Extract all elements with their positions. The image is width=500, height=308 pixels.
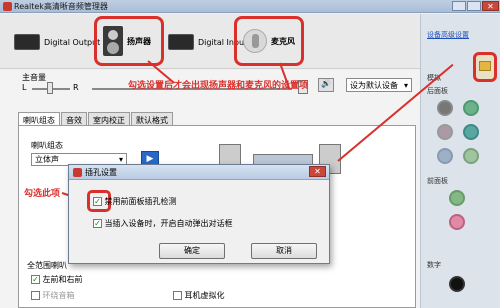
app-icon [3, 2, 12, 11]
jack-settings-dialog: 插孔设置 ✕ ✓ 禁用前面板插孔检测 ✓ 当插入设备时，开启自动弹出对话框 确定… [68, 164, 330, 264]
close-button[interactable]: ✕ [482, 1, 499, 11]
left-channel-label: L [22, 83, 27, 92]
annotation-top: 勾选设置后才会出现扬声器和麦克风的设置项 [128, 81, 309, 91]
dialog-title: 插孔设置 [85, 168, 117, 177]
dialog-title-bar: 插孔设置 ✕ [69, 165, 329, 180]
disable-front-panel-label: 禁用前面板插孔检测 [104, 197, 177, 206]
mute-button[interactable]: 🔊 [318, 78, 334, 92]
microphone-icon [243, 29, 267, 53]
headphone-virtualization-option[interactable]: 耳机虚拟化 [173, 290, 225, 301]
advanced-settings-link[interactable]: 设备高级设置 [427, 30, 469, 40]
jack-pink-icon[interactable] [437, 124, 453, 140]
device-label-microphone: 麦克风 [271, 36, 295, 46]
chevron-down-icon: ▾ [118, 155, 123, 164]
disable-front-panel-checkbox[interactable]: ✓ [93, 197, 102, 206]
speaker-config-value: 立体声 [35, 155, 59, 164]
option-auto-popup[interactable]: ✓ 当插入设备时，开启自动弹出对话框 [93, 218, 233, 229]
window-title: Realtek高清晰音频管理器 [14, 2, 108, 11]
jack-blue-icon[interactable] [437, 148, 453, 164]
folder-settings-button[interactable] [473, 52, 497, 82]
connector-icon [14, 34, 40, 50]
digital-label: 数字 [427, 261, 441, 269]
jack-teal-icon[interactable] [463, 124, 479, 140]
speaker-config-label: 喇叭组态 [31, 141, 63, 150]
folder-icon [479, 61, 491, 71]
jack-front-green-icon[interactable] [449, 190, 465, 206]
rear-panel-label: 后面板 [427, 87, 448, 95]
jack-front-pink-icon[interactable] [449, 214, 465, 230]
app-icon [73, 168, 82, 177]
surround-option[interactable]: 环绕音箱 [31, 290, 75, 301]
auto-popup-checkbox[interactable]: ✓ [93, 219, 102, 228]
window-title-bar: Realtek高清晰音频管理器 ✕ [0, 0, 500, 13]
option-disable-front-panel[interactable]: ✓ 禁用前面板插孔检测 [93, 196, 177, 207]
speaker-icon [103, 26, 123, 56]
balance-slider-thumb[interactable] [47, 82, 53, 94]
front-panel-label: 前面板 [427, 177, 448, 185]
device-label-digital-output: Digital Output [44, 37, 101, 47]
connector-icon [168, 34, 194, 50]
cancel-button[interactable]: 取消 [251, 243, 317, 259]
headphone-virtualization-label: 耳机虚拟化 [184, 291, 225, 300]
device-tab-speaker[interactable]: 扬声器 [94, 16, 164, 66]
headphone-virtualization-checkbox[interactable] [173, 291, 182, 300]
surround-label: 环绕音箱 [42, 291, 75, 300]
front-lr-option[interactable]: ✓ 左前和右前 [31, 274, 83, 285]
jack-lightgreen-icon[interactable] [463, 148, 479, 164]
default-device-select-label: 设为默认设备 [350, 80, 398, 90]
device-tab-digital-output[interactable]: Digital Output [14, 18, 100, 66]
jack-green-icon[interactable] [463, 100, 479, 116]
front-lr-checkbox[interactable]: ✓ [31, 275, 40, 284]
dialog-close-button[interactable]: ✕ [309, 166, 326, 177]
master-volume-label: 主音量 [22, 73, 46, 82]
auto-popup-label: 当插入设备时，开启自动弹出对话框 [104, 219, 233, 228]
minimize-button[interactable] [452, 1, 466, 11]
right-panel: 设备高级设置 模拟 后面板 前面板 数字 [420, 14, 500, 308]
device-tabs: Digital Output 扬声器 Digital Input 麦克风 [0, 14, 420, 69]
device-tab-microphone[interactable]: 麦克风 [234, 16, 304, 66]
surround-checkbox[interactable] [31, 291, 40, 300]
jack-digital-icon[interactable] [449, 276, 465, 292]
maximize-button[interactable] [467, 1, 481, 11]
right-channel-label: R [73, 83, 79, 92]
device-label-speaker: 扬声器 [127, 36, 151, 46]
full-range-label: 全范围喇叭 [27, 261, 67, 270]
chevron-down-icon: ▾ [403, 80, 408, 90]
annotation-left: 勾选此项 [24, 189, 61, 199]
jack-gray-icon[interactable] [437, 100, 453, 116]
front-lr-label: 左前和右前 [42, 275, 83, 284]
default-device-select[interactable]: 设为默认设备 ▾ [346, 78, 412, 92]
ok-button[interactable]: 确定 [159, 243, 225, 259]
